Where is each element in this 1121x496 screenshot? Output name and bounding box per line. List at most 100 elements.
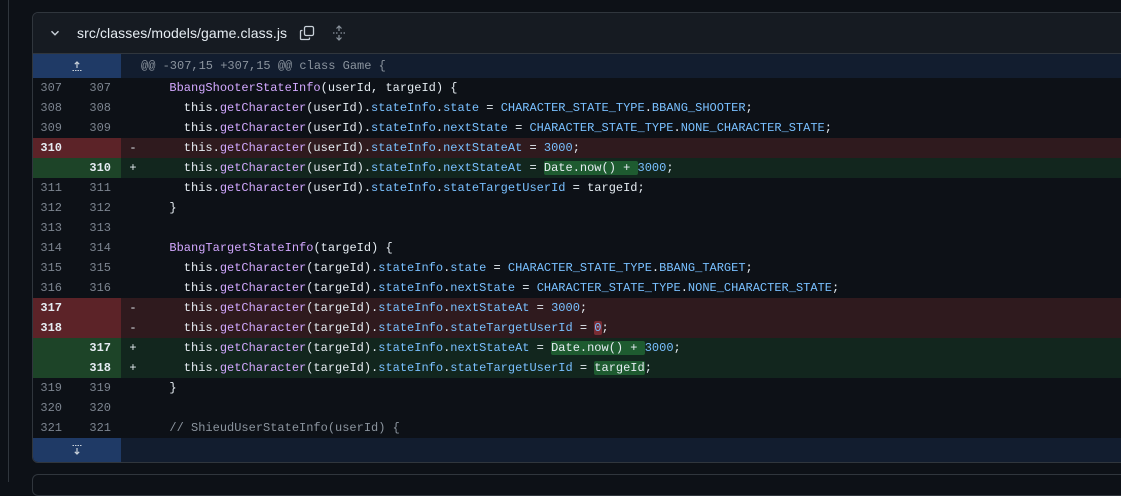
code-token: ;: [745, 261, 753, 275]
unfold-icon[interactable]: [331, 25, 347, 41]
code-text: this.getCharacter(userId).stateInfo.next…: [145, 118, 1121, 138]
diff-sign: [121, 278, 145, 298]
code-token: stateInfo: [378, 361, 444, 375]
code-token: (targeId).: [306, 261, 379, 275]
old-line-number[interactable]: 312: [33, 198, 77, 218]
context-line: 307 307 BbangShooterStateInfo(userId, tar…: [33, 78, 1121, 98]
code-token: 3000: [637, 161, 667, 175]
code-token: stateTargetUserId: [443, 181, 566, 195]
diff-sign: [121, 198, 145, 218]
code-token: BbangTargetStateInfo: [169, 241, 314, 255]
expand-down-icon[interactable]: [33, 438, 121, 462]
code-token: stateInfo: [378, 281, 444, 295]
code-token: (targeId).: [306, 281, 379, 295]
context-line: 309 309 this.getCharacter(userId).stateIn…: [33, 118, 1121, 138]
old-line-number[interactable]: 315: [33, 258, 77, 278]
old-line-number[interactable]: 319: [33, 378, 77, 398]
code-token: this.: [155, 101, 220, 115]
new-line-number[interactable]: 313: [77, 218, 121, 238]
diff-table: @@ -307,15 +307,15 @@ class Game { 307 30…: [33, 54, 1121, 462]
old-line-number[interactable]: 316: [33, 278, 77, 298]
old-line-number[interactable]: 318: [33, 318, 77, 338]
code-token: .: [680, 281, 688, 295]
diff-sign: +: [129, 161, 137, 175]
code-token: stateInfo: [371, 181, 436, 195]
old-line-number[interactable]: [33, 358, 77, 378]
old-line-number[interactable]: 309: [33, 118, 77, 138]
old-line-number[interactable]: 308: [33, 98, 77, 118]
new-line-number[interactable]: 317: [77, 338, 121, 358]
new-line-number[interactable]: [77, 298, 121, 318]
copy-icon[interactable]: [299, 25, 315, 41]
code-token: getCharacter: [219, 161, 307, 175]
new-line-number[interactable]: 319: [77, 378, 121, 398]
file-header: src/classes/models/game.class.js: [33, 13, 1121, 54]
code-token: .: [435, 181, 444, 195]
new-line-number[interactable]: 315: [77, 258, 121, 278]
context-line: 320 320: [33, 398, 1121, 418]
code-token: =: [529, 301, 552, 315]
code-token: stateInfo: [371, 161, 436, 175]
new-line-number[interactable]: 314: [77, 238, 121, 258]
new-line-number[interactable]: [77, 138, 121, 158]
old-line-number[interactable]: [33, 158, 77, 178]
code-token: 3000: [644, 341, 674, 355]
code-text: BbangTargetStateInfo(targeId) {: [145, 238, 1121, 258]
old-line-number[interactable]: [33, 338, 77, 358]
new-line-number[interactable]: 312: [77, 198, 121, 218]
new-line-number[interactable]: [77, 318, 121, 338]
old-line-number[interactable]: 321: [33, 418, 77, 438]
code-text: this.getCharacter(userId).stateInfo.stat…: [145, 98, 1121, 118]
new-line-number[interactable]: 309: [77, 118, 121, 138]
new-line-number[interactable]: 316: [77, 278, 121, 298]
file-path[interactable]: src/classes/models/game.class.js: [77, 25, 287, 41]
code-token: stateInfo: [371, 141, 436, 155]
diff-lines: 307 307 BbangShooterStateInfo(userId, tar…: [33, 78, 1121, 438]
expand-up-icon[interactable]: [33, 54, 121, 78]
code-text: this.getCharacter(targeId).stateInfo.sta…: [145, 258, 1121, 278]
diff-sign: -: [129, 321, 137, 335]
old-line-number[interactable]: 307: [33, 78, 77, 98]
code-token: stateTargetUserId: [450, 361, 573, 375]
chevron-down-icon[interactable]: [47, 25, 63, 41]
new-line-number[interactable]: 310: [77, 158, 121, 178]
code-token: =: [486, 261, 508, 275]
code-token: getCharacter: [219, 181, 307, 195]
code-token: .: [435, 121, 444, 135]
code-token: stateTargetUserId: [450, 321, 573, 335]
diff-sign: [121, 258, 145, 278]
new-line-number[interactable]: 320: [77, 398, 121, 418]
code-token: CHARACTER_STATE_TYPE: [536, 281, 681, 295]
code-token: Date.now() +: [543, 161, 638, 175]
code-token: .: [435, 101, 444, 115]
old-line-number[interactable]: 314: [33, 238, 77, 258]
code-token: ;: [824, 121, 832, 135]
diff-sign: [121, 98, 145, 118]
code-text: this.getCharacter(userId).stateInfo.stat…: [145, 178, 1121, 198]
context-line: 316 316 this.getCharacter(targeId).stateI…: [33, 278, 1121, 298]
code-token: ;: [579, 301, 588, 315]
new-line-number[interactable]: 307: [77, 78, 121, 98]
code-token: BbangShooterStateInfo: [169, 81, 321, 95]
old-line-number[interactable]: 310: [33, 138, 77, 158]
code-token: state: [443, 101, 480, 115]
context-line: 313 313: [33, 218, 1121, 238]
old-line-number[interactable]: 313: [33, 218, 77, 238]
new-line-number[interactable]: 321: [77, 418, 121, 438]
diff-sign: [121, 218, 145, 238]
added-line: 317 + this.getCharacter(targeId).stateInf…: [33, 338, 1121, 358]
code-token: this.: [155, 141, 220, 155]
code-token: this.: [155, 181, 220, 195]
old-line-number[interactable]: 311: [33, 178, 77, 198]
code-token: 3000: [551, 301, 580, 315]
old-line-number[interactable]: 317: [33, 298, 77, 318]
old-line-number[interactable]: 320: [33, 398, 77, 418]
new-line-number[interactable]: 318: [77, 358, 121, 378]
new-line-number[interactable]: 311: [77, 178, 121, 198]
code-token: }: [155, 201, 177, 215]
code-token: this.: [155, 341, 220, 355]
added-line: 310 + this.getCharacter(userId).stateInfo…: [33, 158, 1121, 178]
new-line-number[interactable]: 308: [77, 98, 121, 118]
diff-sign: [121, 178, 145, 198]
